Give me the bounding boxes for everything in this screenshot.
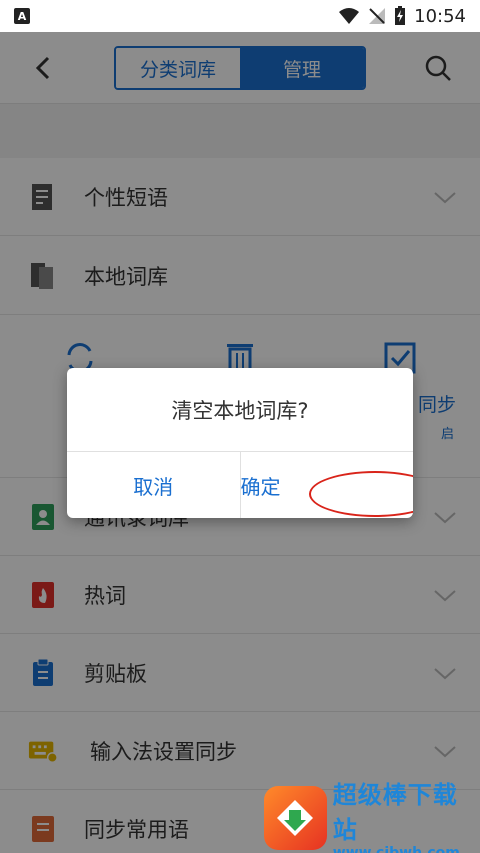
app-badge-icon: A bbox=[14, 8, 30, 24]
confirm-button-label: 确定 bbox=[240, 474, 281, 499]
confirm-dialog: 清空本地词库? 取消 确定 bbox=[67, 368, 413, 518]
wifi-icon bbox=[339, 8, 360, 24]
watermark-url: www.cjbwh.com bbox=[332, 845, 460, 853]
battery-charging-icon bbox=[395, 6, 406, 25]
cancel-button[interactable]: 取消 bbox=[67, 452, 241, 518]
status-icons: 10:54 bbox=[338, 6, 466, 27]
status-time: 10:54 bbox=[414, 5, 466, 27]
status-bar: A 10:54 bbox=[0, 0, 480, 32]
watermark-text: 超级棒下载站 www.cjbwh.com bbox=[333, 775, 480, 853]
watermark-logo-icon bbox=[264, 786, 327, 850]
dialog-title: 清空本地词库? bbox=[67, 368, 413, 452]
dialog-buttons: 取消 确定 bbox=[67, 452, 413, 518]
confirm-button[interactable]: 确定 bbox=[240, 452, 413, 518]
no-signal-icon bbox=[369, 8, 386, 24]
watermark-title: 超级棒下载站 bbox=[332, 781, 458, 844]
highlight-circle bbox=[308, 471, 413, 517]
watermark: 超级棒下载站 www.cjbwh.com bbox=[264, 781, 480, 853]
